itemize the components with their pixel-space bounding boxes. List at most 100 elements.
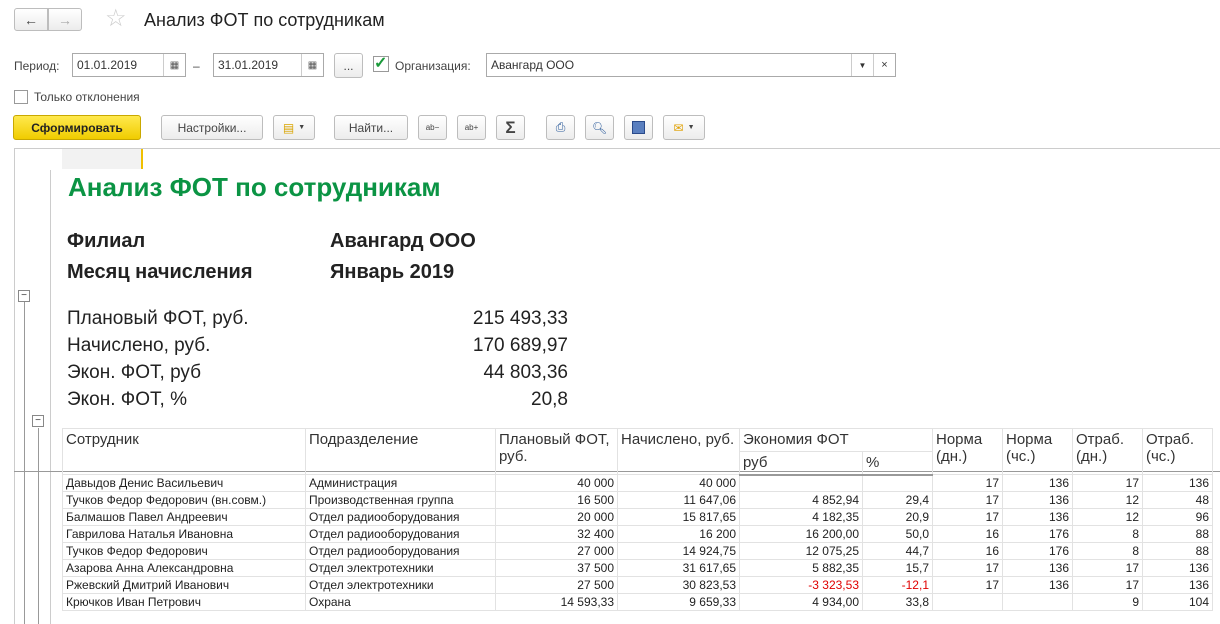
outline-line — [38, 428, 39, 624]
printer-icon: ⎙ — [555, 120, 566, 134]
col-economy-pct: % — [862, 451, 933, 476]
organization-input[interactable]: Авангард ООО ▼ × — [486, 53, 896, 77]
calendar-icon[interactable]: ▦ — [163, 54, 185, 76]
save-button[interactable] — [624, 115, 653, 140]
table-row[interactable]: Азарова Анна Александровна Отдел электрот… — [62, 559, 1213, 577]
send-email-button[interactable]: ✉ ▼ — [663, 115, 705, 140]
cell-accrued: 30 823,53 — [617, 576, 740, 594]
cell-employee: Гаврилова Наталья Ивановна — [62, 525, 306, 543]
cell-economy-pct: 33,8 — [862, 593, 933, 611]
cell-worked-days: 12 — [1072, 508, 1143, 526]
organization-label: Организация: — [395, 59, 471, 73]
cell-worked-hours: 88 — [1142, 542, 1213, 560]
cell-department: Администрация — [305, 474, 496, 492]
preview-button[interactable]: 🔍︎ — [585, 115, 614, 140]
cell-norm-hours: 136 — [1002, 491, 1073, 509]
cell-norm-days: 17 — [932, 508, 1003, 526]
cell-plan: 16 500 — [495, 491, 618, 509]
cell-department: Отдел радиооборудования — [305, 542, 496, 560]
date-from-value: 01.01.2019 — [77, 58, 138, 72]
cell-norm-hours: 176 — [1002, 542, 1073, 560]
col-accrued: Начислено, руб. — [617, 428, 740, 475]
expand-groups-button[interactable]: ab+ — [457, 115, 486, 140]
cell-norm-days: 17 — [932, 559, 1003, 577]
preview-icon: 🔍︎ — [591, 120, 608, 135]
date-to-input[interactable]: 31.01.2019 ▦ — [213, 53, 324, 77]
cell-department: Производственная группа — [305, 491, 496, 509]
sum-button[interactable]: Σ — [496, 115, 525, 140]
clear-icon[interactable]: × — [873, 54, 895, 76]
cell-worked-days: 8 — [1072, 542, 1143, 560]
table-row[interactable]: Тучков Федор Федорович (вн.совм.) Произво… — [62, 491, 1213, 509]
favorite-star-icon[interactable]: ☆ — [105, 4, 127, 33]
table-row[interactable]: Гаврилова Наталья Ивановна Отдел радиообо… — [62, 525, 1213, 543]
only-deviations-checkbox[interactable] — [14, 90, 28, 104]
col-department: Подразделение — [305, 428, 496, 475]
table-row[interactable]: Тучков Федор Федорович Отдел радиооборудо… — [62, 542, 1213, 560]
find-button[interactable]: Найти... — [334, 115, 408, 140]
collapse-group-icon[interactable]: − — [18, 290, 30, 302]
employees-table: Сотрудник Подразделение Плановый ФОТ, ру… — [62, 428, 1213, 611]
period-select-button[interactable]: ... — [334, 53, 363, 78]
summary-value: 215 493,33 — [472, 308, 568, 329]
cell-worked-days: 17 — [1072, 474, 1143, 492]
cell-accrued: 40 000 — [617, 474, 740, 492]
table-row[interactable]: Давыдов Денис Васильевич Администрация 40 … — [62, 474, 1213, 492]
cell-norm-hours — [1002, 593, 1073, 611]
cell-worked-hours: 88 — [1142, 525, 1213, 543]
cell-norm-hours: 176 — [1002, 525, 1073, 543]
folder-icon: ▤ — [282, 120, 295, 135]
generate-button[interactable]: Сформировать — [13, 115, 141, 140]
cell-accrued: 11 647,06 — [617, 491, 740, 509]
collapse-group-icon[interactable]: − — [32, 415, 44, 427]
col-economy-rub: руб — [739, 451, 863, 476]
cell-employee: Крючков Иван Петрович — [62, 593, 306, 611]
cell-department: Отдел электротехники — [305, 559, 496, 577]
calendar-icon[interactable]: ▦ — [301, 54, 323, 76]
chevron-down-icon: ▼ — [298, 124, 306, 131]
collapse-groups-button[interactable]: ab− — [418, 115, 447, 140]
chevron-down-icon: ▼ — [687, 124, 695, 131]
only-deviations-label: Только отклонения — [34, 90, 140, 104]
cell-worked-hours: 48 — [1142, 491, 1213, 509]
date-from-input[interactable]: 01.01.2019 ▦ — [72, 53, 186, 77]
summary-label: Начислено, руб. — [67, 335, 211, 356]
cell-economy-rub: 4 934,00 — [739, 593, 863, 611]
back-button[interactable]: ← — [14, 8, 48, 31]
organization-checkbox[interactable]: ✓ — [373, 56, 389, 72]
month-value: Январь 2019 — [330, 261, 455, 283]
summary-value: 44 803,36 — [483, 362, 568, 383]
cell-economy-rub: 4 182,35 — [739, 508, 863, 526]
cell-plan: 27 000 — [495, 542, 618, 560]
cell-economy-rub: -3 323,53 — [739, 576, 863, 594]
cell-employee: Давыдов Денис Васильевич — [62, 474, 306, 492]
table-row[interactable]: Ржевский Дмитрий Иванович Отдел электроте… — [62, 576, 1213, 594]
dropdown-icon[interactable]: ▼ — [851, 54, 873, 76]
cell-department: Отдел радиооборудования — [305, 508, 496, 526]
cell-economy-pct: -12,1 — [862, 576, 933, 594]
variants-button[interactable]: ▤ ▼ — [273, 115, 315, 140]
cell-department: Охрана — [305, 593, 496, 611]
cell-department: Отдел радиооборудования — [305, 525, 496, 543]
cell-accrued: 14 924,75 — [617, 542, 740, 560]
table-row[interactable]: Крючков Иван Петрович Охрана 14 593,33 9 65… — [62, 593, 1213, 611]
cell-economy-pct: 50,0 — [862, 525, 933, 543]
period-dash: – — [193, 59, 200, 73]
cell-economy-pct: 20,9 — [862, 508, 933, 526]
cell-norm-days: 17 — [932, 576, 1003, 594]
cell-plan: 14 593,33 — [495, 593, 618, 611]
forward-button[interactable]: → — [48, 8, 82, 31]
cell-norm-days — [932, 593, 1003, 611]
cell-norm-days: 17 — [932, 491, 1003, 509]
cell-economy-pct: 15,7 — [862, 559, 933, 577]
settings-button[interactable]: Настройки... — [161, 115, 263, 140]
outline-line — [24, 300, 25, 624]
cell-plan: 27 500 — [495, 576, 618, 594]
cell-norm-hours: 136 — [1002, 508, 1073, 526]
header-cell-marker — [62, 149, 143, 169]
table-row[interactable]: Балмашов Павел Андреевич Отдел радиообору… — [62, 508, 1213, 526]
cell-norm-days: 16 — [932, 542, 1003, 560]
cell-economy-pct — [862, 474, 933, 492]
print-button[interactable]: ⎙ — [546, 115, 575, 140]
cell-norm-hours: 136 — [1002, 559, 1073, 577]
